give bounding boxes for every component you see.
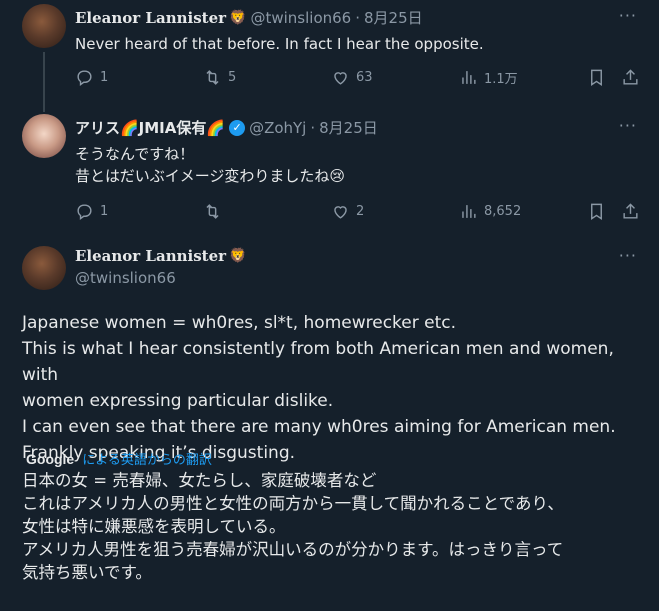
translated-line: 日本の女 = 売春婦、女たらし、家庭破壊者など [22,471,377,490]
tweet-text-line: Japanese women = wh0res, sl*t, homewreck… [22,313,457,333]
reply-count: 1 [100,70,109,85]
tweet-header: アリス🌈JMIA保有🌈 ✓ @ZohYj · 8月25日 [75,117,378,138]
avatar[interactable] [22,4,66,48]
tweet-text-line: This is what I hear consistently from bo… [22,339,614,385]
reply-count: 1 [100,204,109,219]
avatar[interactable] [22,246,66,290]
retweet-button[interactable]: 5 [203,68,331,87]
action-bar: 1 5 63 1.1万 [75,68,645,87]
reply-icon [77,70,92,87]
heart-icon [334,206,347,219]
bookmark-button[interactable] [587,68,621,87]
google-logo: Google [26,450,75,467]
timestamp[interactable]: 8月25日 [364,7,423,28]
handle[interactable]: @twinslion66 [75,269,246,287]
retweet-icon [206,204,219,219]
verified-badge-icon: ✓ [229,119,246,136]
main-tweet: Eleanor Lannister 🦁 @twinslion66 ··· Jap… [0,240,659,611]
like-count: 2 [356,204,365,219]
handle[interactable]: @twinslion66 [250,9,351,27]
more-options-icon[interactable]: ··· [619,6,637,25]
tweet-text-line: women expressing particular dislike. [22,391,334,411]
bookmark-icon [591,203,602,220]
share-icon [623,69,638,85]
tweet-text-line: そうなんですね！ [75,145,195,163]
separator-dot: · [310,118,316,137]
lion-emoji: 🦁 [229,9,247,26]
views-icon [462,205,476,218]
views-button[interactable]: 8,652 [459,202,587,221]
reply-button[interactable]: 1 [75,68,203,87]
like-button[interactable]: 63 [331,68,459,87]
heart-icon [334,72,347,85]
thread-connector [43,52,45,110]
timestamp[interactable]: 8月25日 [319,117,378,138]
display-name[interactable]: Eleanor Lannister [75,9,226,27]
tweet-text-line: I can even see that there are many wh0re… [22,417,616,437]
more-options-icon[interactable]: ··· [619,116,637,135]
views-button[interactable]: 1.1万 [459,68,587,87]
translated-line: 女性は特に嫌悪感を表明している。 [22,517,286,536]
tweet-header: Eleanor Lannister 🦁 @twinslion66 · 8月25日 [75,7,423,28]
translated-line: これはアメリカ人の男性と女性の両方から一貫して聞かれることであり、 [22,494,564,513]
tweet-text: Never heard of that before. In fact I he… [75,35,484,53]
more-options-icon[interactable]: ··· [619,246,637,265]
separator-dot: · [355,8,360,27]
like-button[interactable]: 2 [331,202,459,221]
like-count: 63 [356,70,373,85]
display-name[interactable]: Eleanor Lannister [75,247,226,265]
share-button[interactable] [621,68,640,87]
lion-emoji: 🦁 [229,248,247,264]
tweet-text: Japanese women = wh0res, sl*t, homewreck… [22,310,642,466]
author-block: Eleanor Lannister 🦁 @twinslion66 [75,247,246,287]
view-count: 1.1万 [484,72,518,87]
reply-tweet-2[interactable]: アリス🌈JMIA保有🌈 ✓ @ZohYj · 8月25日 ··· そうなんですね… [0,110,659,240]
translated-text: 日本の女 = 売春婦、女たらし、家庭破壊者など これはアメリカ人の男性と女性の両… [22,469,642,584]
bookmark-button[interactable] [587,202,621,221]
translation-attribution: Google による英語からの翻訳 [26,449,212,469]
thread-connector [43,110,45,112]
tweet-text-line: 昔とはだいぶイメージ変わりましたね😢 [75,167,346,185]
views-icon [462,71,476,84]
translation-link[interactable]: による英語からの翻訳 [82,449,212,468]
view-count: 8,652 [484,204,522,219]
avatar[interactable] [22,114,66,158]
share-icon [623,203,638,219]
translated-line: アメリカ人男性を狙う売春婦が沢山いるのが分かります。はっきり言って [22,540,564,559]
share-button[interactable] [621,202,640,221]
retweet-count: 5 [228,70,237,85]
display-name[interactable]: アリス🌈JMIA保有🌈 [75,117,225,138]
retweet-button[interactable] [203,202,331,221]
reply-tweet-1[interactable]: Eleanor Lannister 🦁 @twinslion66 · 8月25日… [0,0,659,110]
tweet-text: そうなんですね！ 昔とはだいぶイメージ変わりましたね😢 [75,143,345,187]
retweet-icon [206,70,219,85]
handle[interactable]: @ZohYj [249,119,306,137]
reply-button[interactable]: 1 [75,202,203,221]
reply-icon [77,204,92,221]
translated-line: 気持ち悪いです。 [22,563,152,582]
action-bar: 1 2 8,652 [75,202,645,221]
bookmark-icon [591,69,602,86]
